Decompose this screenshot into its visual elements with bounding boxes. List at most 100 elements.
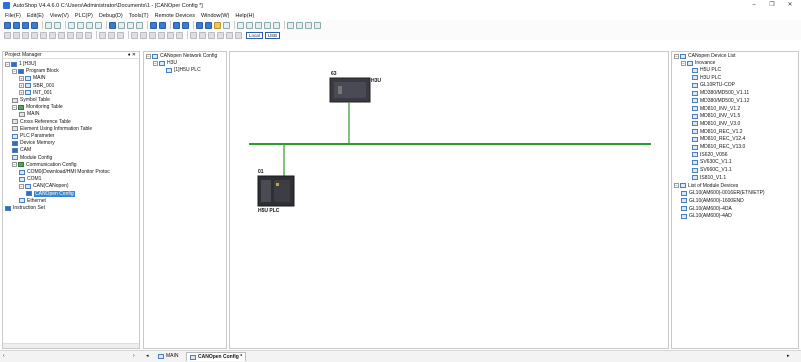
project-tree-item[interactable]: MAIN (19, 111, 40, 117)
minimize-button[interactable]: – (747, 0, 761, 11)
project-tree-item[interactable]: COM0(Download/HMI Monitor Protoc (19, 169, 110, 175)
local-button[interactable]: Local (246, 31, 263, 39)
device-list-item[interactable]: IS810_V1.1 (692, 175, 726, 181)
project-tree-item[interactable]: PLC Parameter (12, 133, 54, 139)
nop-icon[interactable] (176, 31, 183, 39)
collapse-icon[interactable]: − (153, 60, 158, 66)
device-list-item[interactable]: MD810_REC_V12.4 (692, 136, 745, 142)
set-coil-icon[interactable] (149, 31, 156, 39)
usb-button[interactable]: USB (264, 31, 281, 39)
menu-debug[interactable]: Debug(D) (99, 13, 123, 19)
monitor-icon[interactable] (214, 21, 221, 29)
network-node-h5u[interactable]: [1]H5U PLC (166, 67, 201, 73)
menu-file[interactable]: File(F) (5, 13, 21, 19)
branch-close-icon[interactable] (140, 31, 147, 39)
collapse-icon[interactable]: − (146, 53, 151, 59)
panel-close-icon[interactable]: ♦ ✕ (128, 52, 136, 59)
device-list-item[interactable]: MD810_INV_V3.0 (692, 121, 740, 127)
expand-icon[interactable]: + (19, 83, 24, 89)
tab-next-icon[interactable]: ▸ (787, 353, 790, 359)
project-tree-item[interactable]: COM1 (19, 176, 41, 182)
branch-open-icon[interactable] (131, 31, 138, 39)
module-list-item[interactable]: GL10(AM600)-4DA (681, 206, 732, 212)
menu-window[interactable]: Window(W) (201, 13, 229, 19)
scroll-right-icon[interactable]: › (133, 353, 135, 359)
menu-tools[interactable]: Tools(T) (129, 13, 149, 19)
menu-plc[interactable]: PLC(P) (75, 13, 93, 19)
reset-coil-icon[interactable] (158, 31, 165, 39)
zoom-in-icon[interactable] (127, 21, 134, 29)
network-node-h3u[interactable]: − H3U (153, 60, 177, 66)
open-file-icon[interactable] (13, 21, 20, 29)
module-list-item[interactable]: GL10(AM600)-4AD (681, 213, 732, 219)
line-draw-icon[interactable] (217, 31, 224, 39)
device-list-item[interactable]: MD810_INV_V1.5 (692, 113, 740, 119)
project-tree-item[interactable]: Instruction Set (5, 205, 45, 211)
stop-icon[interactable] (182, 21, 189, 29)
canopen-canvas[interactable]: 63 H3U 01 H5U PLC (229, 51, 669, 349)
run-icon[interactable] (173, 21, 180, 29)
project-tree-item[interactable]: Module Config (12, 155, 52, 161)
find-icon[interactable] (109, 21, 116, 29)
paste-icon[interactable] (86, 21, 93, 29)
save-icon[interactable] (22, 21, 29, 29)
symbol-icon[interactable] (264, 21, 271, 29)
delete-col-icon[interactable] (85, 31, 92, 39)
project-tree-item[interactable]: − 1 [H3U] (5, 61, 36, 67)
device-list-item[interactable]: SV630C_V1.1 (692, 159, 732, 165)
upload-icon[interactable] (205, 21, 212, 29)
project-tree-item[interactable]: − Communication Config (12, 162, 77, 168)
maximize-button[interactable]: ❐ (765, 0, 779, 11)
redo-icon[interactable] (54, 21, 61, 29)
module-list-item[interactable]: GL10(AM600)-1600END (681, 198, 744, 204)
project-tree-item[interactable]: − Program Block (12, 68, 59, 74)
zoom-out-icon[interactable] (136, 21, 143, 29)
settings-icon[interactable] (314, 21, 321, 29)
project-tree-item[interactable]: CAM (12, 147, 31, 153)
vline-icon[interactable] (49, 31, 56, 39)
project-tree-item[interactable]: Cross Reference Table (12, 119, 71, 125)
device-list-item[interactable]: H3U PLC (692, 75, 721, 81)
user-icon[interactable] (287, 21, 294, 29)
collapse-icon[interactable]: − (674, 183, 679, 188)
expand-icon[interactable]: + (19, 75, 24, 81)
device-list-item[interactable]: MD380/MD500_V1.11 (692, 90, 749, 96)
hline-icon[interactable] (40, 31, 47, 39)
arrow-down-icon[interactable] (235, 31, 242, 39)
device-list-item[interactable]: MD380/MD500_V1.12 (692, 98, 749, 104)
insert-col-icon[interactable] (76, 31, 83, 39)
delete-icon[interactable] (95, 21, 102, 29)
device-list-item[interactable]: MD810_INV_V1.2 (692, 106, 740, 112)
project-tree-item[interactable]: − Monitoring Table (12, 104, 63, 110)
contact-nc-icon[interactable] (13, 31, 20, 39)
tab-main[interactable]: MAIN (155, 352, 182, 361)
coil-icon[interactable] (22, 31, 29, 39)
back-icon[interactable] (296, 21, 303, 29)
menu-remote-devices[interactable]: Remote Devices (155, 13, 195, 19)
contact-no-icon[interactable] (4, 31, 11, 39)
tab-canopen-config[interactable]: CANOpen Config * (186, 352, 247, 361)
insert-row-icon[interactable] (58, 31, 65, 39)
cut-icon[interactable] (68, 21, 75, 29)
save-all-icon[interactable] (31, 21, 38, 29)
collapse-icon[interactable]: − (12, 104, 17, 110)
project-tree-item[interactable]: Ethernet (19, 198, 46, 204)
collapse-icon[interactable]: − (19, 183, 24, 189)
rising-edge-icon[interactable] (99, 31, 106, 39)
download-icon[interactable] (196, 21, 203, 29)
arrow-up-icon[interactable] (226, 31, 233, 39)
project-tree-item[interactable]: − CAN(CANopen) (19, 183, 69, 189)
device-list-item[interactable]: SV660C_V1.1 (692, 167, 732, 173)
expand-icon[interactable]: + (19, 90, 24, 96)
mark-icon[interactable] (208, 31, 215, 39)
project-tree-item[interactable]: CANOpen Config (26, 190, 75, 197)
project-tree-item[interactable]: + SBR_001 (19, 83, 54, 89)
collapse-icon[interactable]: − (12, 68, 17, 74)
device-list-item[interactable]: MD810_REC_V13.0 (692, 144, 745, 150)
copy-icon[interactable] (77, 21, 84, 29)
project-tree-item[interactable]: Device Memory (12, 140, 55, 146)
menu-view[interactable]: View(V) (50, 13, 69, 19)
collapse-icon[interactable]: − (5, 61, 10, 67)
module-list-item[interactable]: GL10(AM600)-0016ER(ETN/ETP) (681, 190, 765, 196)
scroll-left-icon[interactable]: ‹ (3, 353, 5, 359)
